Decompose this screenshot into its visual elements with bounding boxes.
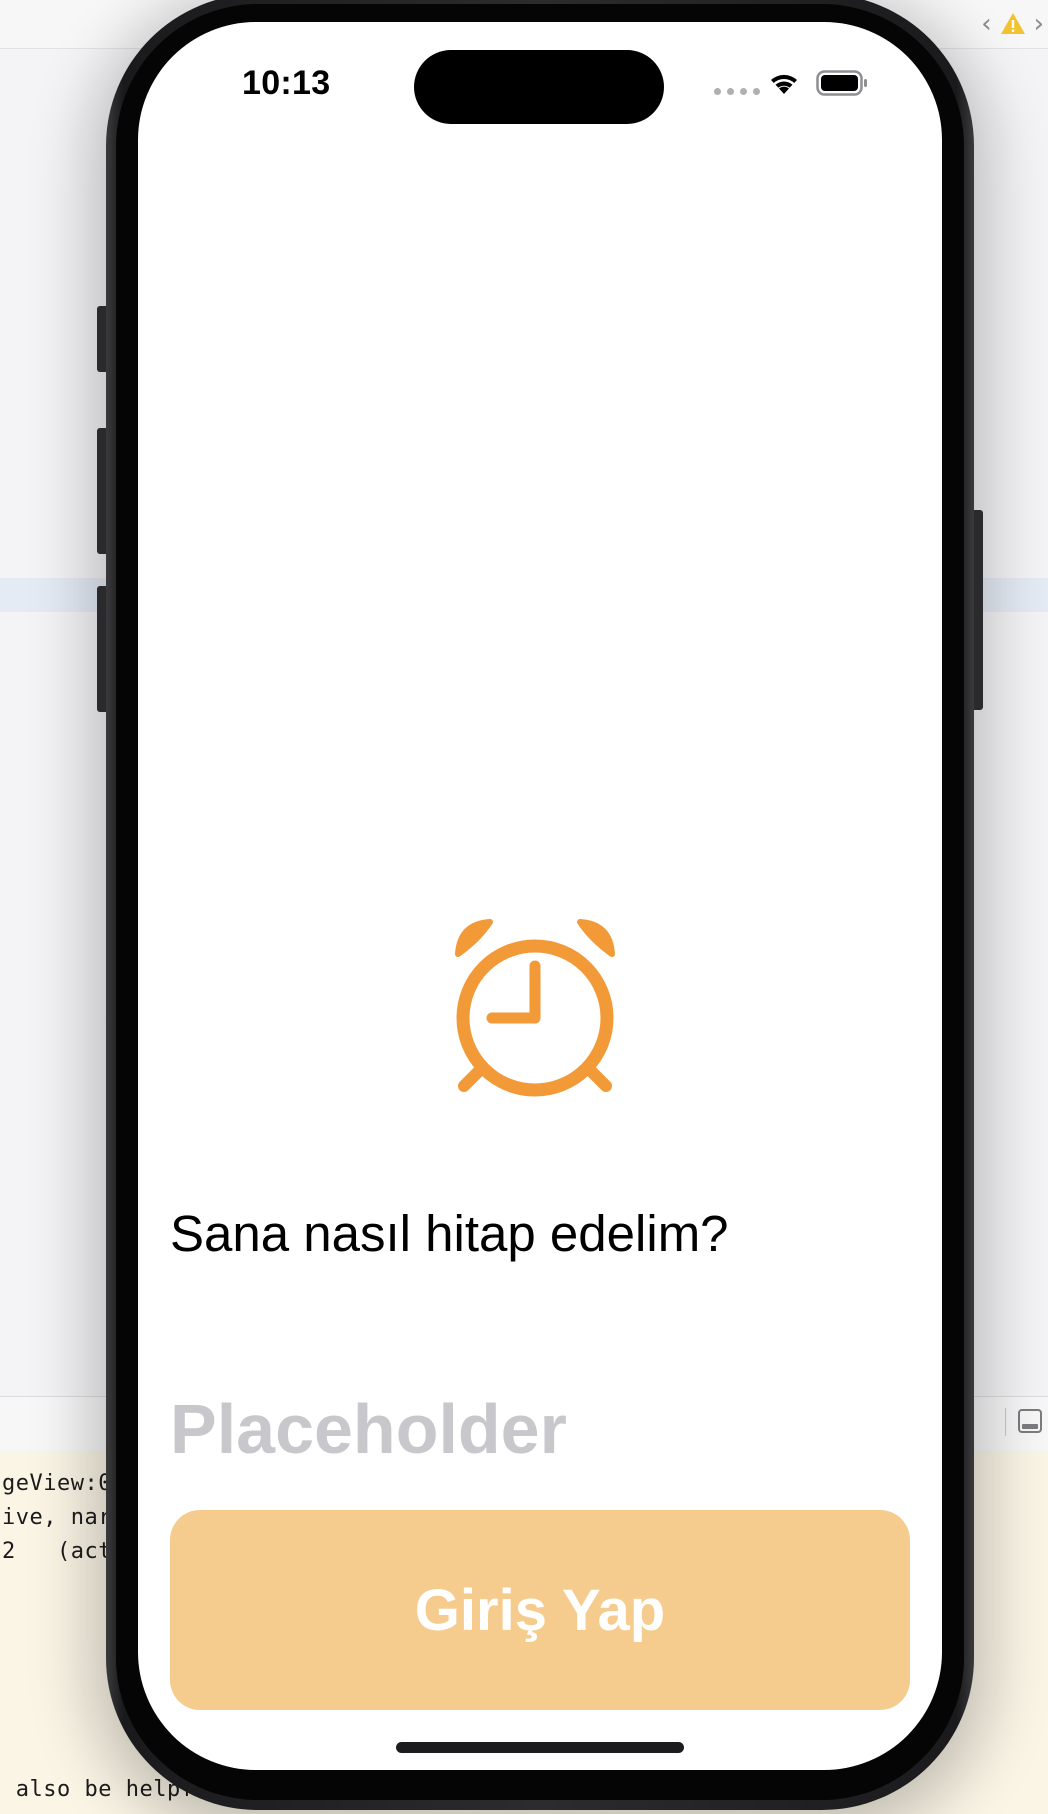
wifi-icon <box>771 74 797 94</box>
status-time: 10:13 <box>242 64 331 102</box>
console-line: 2 (act <box>2 1539 112 1564</box>
dynamic-island <box>414 50 664 124</box>
signal-icon <box>714 88 760 95</box>
xcode-nav-controls: ‹ › <box>981 8 1044 40</box>
panel-toggle-icon[interactable] <box>1018 1409 1042 1433</box>
warning-icon[interactable] <box>1000 11 1026 37</box>
alarm-clock-icon <box>455 919 615 1097</box>
name-input[interactable] <box>166 1384 774 1474</box>
name-question-label: Sana nasıl hitap edelim? <box>170 1205 729 1262</box>
battery-icon <box>816 70 867 96</box>
login-button[interactable]: Giriş Yap <box>170 1510 910 1710</box>
console-line: geView:0 <box>2 1471 112 1496</box>
chevron-right-icon[interactable]: › <box>1034 9 1044 39</box>
console-line: ive, nar <box>2 1505 112 1530</box>
phone-screen: 10:13 Sana nasıl hitap edelim? Giriş Yap <box>138 22 942 1770</box>
chevron-left-icon[interactable]: ‹ <box>981 9 991 39</box>
home-indicator[interactable] <box>396 1742 684 1753</box>
debug-bar-separator <box>1005 1408 1006 1436</box>
